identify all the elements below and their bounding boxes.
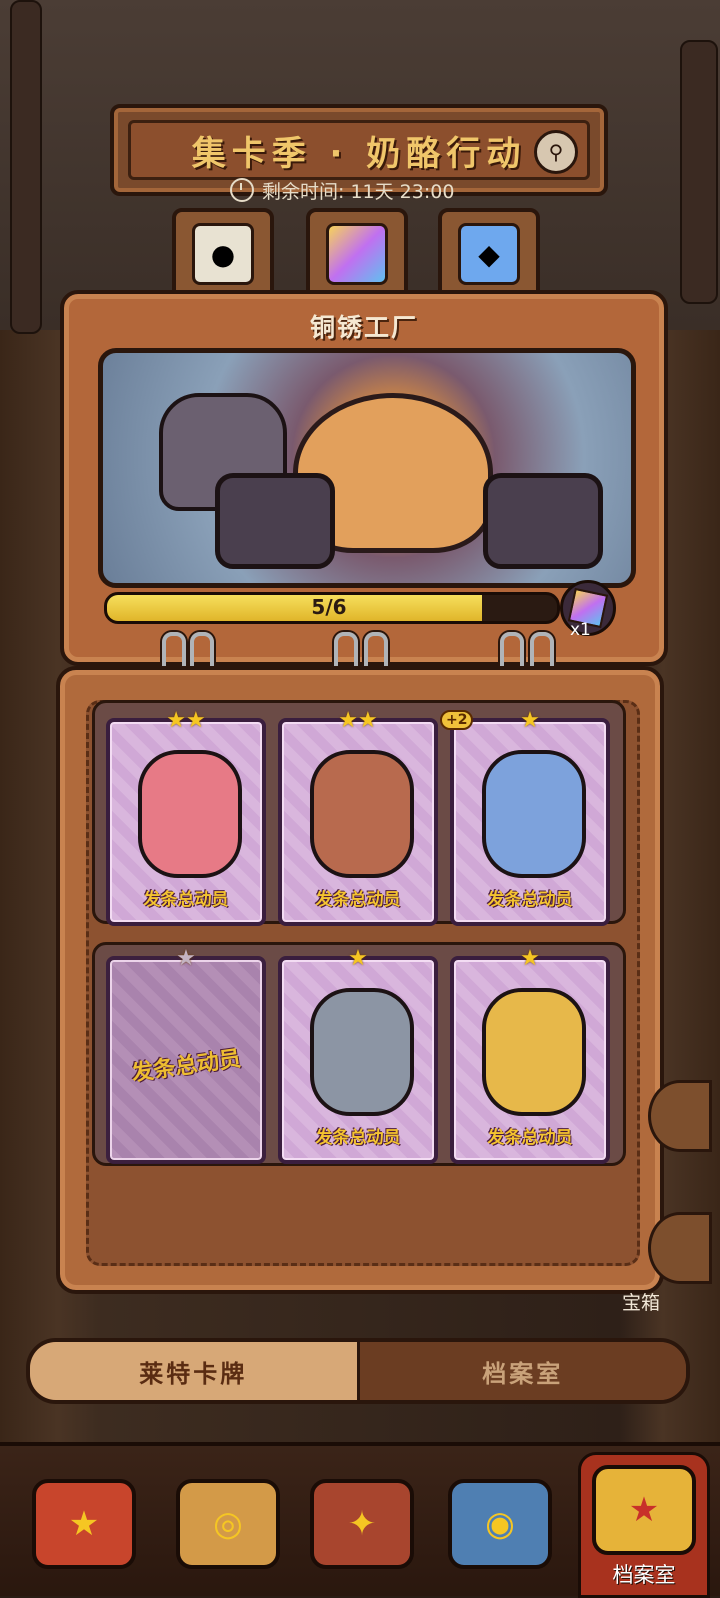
reward-count: x1	[570, 620, 591, 640]
console-icon: ✦	[310, 1479, 414, 1569]
card-label: 发条总动员	[315, 1128, 401, 1148]
event-title: 集卡季 · 奶酪行动	[191, 133, 527, 174]
treasure-chest-icon: ◎	[176, 1479, 280, 1569]
progress-text: 5/6	[311, 595, 347, 619]
card-slot-empty[interactable]: ★ 发条总动员	[106, 946, 266, 1164]
nav-console[interactable]: ✦	[302, 1464, 422, 1584]
nav-archive[interactable]: ★ 档案室	[578, 1452, 710, 1598]
tab-cube[interactable]	[306, 208, 408, 300]
bottom-nav: ★ ◎ ✦ ◉ ★ 档案室	[0, 1442, 720, 1598]
collection-card[interactable]: ★★ 发条总动员	[278, 708, 438, 926]
goggles-box-icon: ◉	[448, 1479, 552, 1569]
tab-gem[interactable]: ◆	[438, 208, 540, 300]
view-switch: 莱特卡牌 档案室	[26, 1338, 690, 1404]
gem-icon: ◆	[458, 223, 520, 285]
countdown: 剩余时间: 11天 23:00	[230, 176, 454, 204]
card-stars: ★★	[166, 708, 206, 733]
left-pipe	[10, 0, 42, 334]
card-character-art	[482, 988, 586, 1116]
album-scene-illustration	[98, 348, 636, 588]
chest-label: 宝箱	[622, 1292, 661, 1314]
star-box-icon: ★	[32, 1479, 136, 1569]
card-label: 发条总动员	[143, 890, 229, 910]
duplicate-badge: +2	[440, 710, 474, 730]
side-button-upper[interactable]	[648, 1080, 712, 1152]
goggle-right	[483, 473, 603, 569]
card-character-art	[138, 750, 242, 878]
right-pipe	[680, 40, 718, 304]
card-stars: ★	[520, 946, 540, 971]
collection-card[interactable]: ★ 发条总动员	[278, 946, 438, 1164]
album-title: 铜锈工厂	[309, 313, 418, 342]
nav-archive-label: 档案室	[612, 1563, 676, 1587]
card-character-art	[482, 750, 586, 878]
collection-card[interactable]: ★ 发条总动员	[450, 946, 610, 1164]
card-label: 发条总动员	[130, 1046, 243, 1087]
clock-icon	[230, 178, 254, 202]
goggle-left	[215, 473, 335, 569]
card-character-art	[310, 988, 414, 1116]
countdown-text: 剩余时间: 11天 23:00	[262, 180, 455, 203]
nav-star-box[interactable]: ★	[24, 1464, 144, 1584]
album-panel: 铜锈工厂 5/6 x1	[60, 290, 668, 666]
robot-head-icon: ●	[192, 223, 254, 285]
collection-card[interactable]: ★ +2 发条总动员	[440, 708, 610, 926]
nav-goggles[interactable]: ◉	[440, 1464, 560, 1584]
card-stars: ★	[520, 708, 540, 733]
card-stars: ★★	[338, 708, 378, 733]
card-character-art	[310, 750, 414, 878]
chest-button[interactable]	[648, 1212, 712, 1284]
tab-cards[interactable]: 莱特卡牌	[30, 1342, 357, 1400]
tab-archive[interactable]: 档案室	[356, 1342, 686, 1400]
card-stars: ★	[176, 946, 196, 971]
search-icon[interactable]: ⚲	[534, 130, 578, 174]
card-label: 发条总动员	[315, 890, 401, 910]
collection-card[interactable]: ★★ 发条总动员	[106, 708, 266, 926]
tab-character[interactable]: ●	[172, 208, 274, 300]
cube-icon	[326, 223, 388, 285]
archive-box-icon: ★	[592, 1465, 696, 1555]
card-stars: ★	[348, 946, 368, 971]
card-label: 发条总动员	[487, 1128, 573, 1148]
card-label: 发条总动员	[487, 890, 573, 910]
nav-treasure[interactable]: ◎	[168, 1464, 288, 1584]
